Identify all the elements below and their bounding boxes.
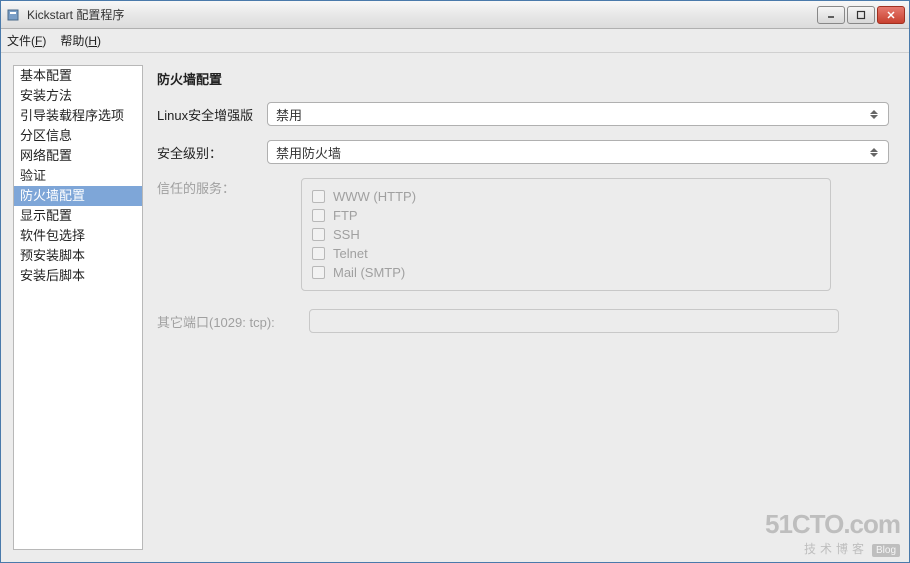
- sidebar-item-prescript[interactable]: 预安装脚本: [14, 246, 142, 266]
- sidebar-item-firewall[interactable]: 防火墙配置: [14, 186, 142, 206]
- close-button[interactable]: [877, 6, 905, 24]
- checkbox-telnet: [312, 247, 325, 260]
- sidebar-item-network[interactable]: 网络配置: [14, 146, 142, 166]
- other-ports-label: 其它端口(1029: tcp):: [157, 312, 275, 331]
- app-window: Kickstart 配置程序 文件(F) 帮助(H) 基本配置 安装方法 引导装…: [0, 0, 910, 563]
- sidebar-item-install-method[interactable]: 安装方法: [14, 86, 142, 106]
- selinux-dropdown[interactable]: 禁用: [267, 102, 889, 126]
- service-ftp: FTP: [312, 206, 820, 225]
- sidebar-item-auth[interactable]: 验证: [14, 166, 142, 186]
- chevron-updown-icon: [870, 145, 882, 159]
- sidebar: 基本配置 安装方法 引导装载程序选项 分区信息 网络配置 验证 防火墙配置 显示…: [13, 65, 143, 550]
- main-panel: 防火墙配置 Linux安全增强版 禁用 安全级别： 禁用防火墙: [157, 65, 897, 550]
- checkbox-www: [312, 190, 325, 203]
- chevron-updown-icon: [870, 107, 882, 121]
- service-label: SSH: [333, 227, 360, 242]
- security-level-dropdown[interactable]: 禁用防火墙: [267, 140, 889, 164]
- service-label: WWW (HTTP): [333, 189, 416, 204]
- sidebar-item-display[interactable]: 显示配置: [14, 206, 142, 226]
- section-title: 防火墙配置: [157, 69, 889, 88]
- menubar: 文件(F) 帮助(H): [1, 29, 909, 53]
- sidebar-item-postscript[interactable]: 安装后脚本: [14, 266, 142, 286]
- window-title: Kickstart 配置程序: [27, 6, 817, 23]
- sidebar-item-bootloader[interactable]: 引导装载程序选项: [14, 106, 142, 126]
- level-label: 安全级别：: [157, 143, 267, 162]
- checkbox-mail: [312, 266, 325, 279]
- sidebar-item-basic[interactable]: 基本配置: [14, 66, 142, 86]
- service-www: WWW (HTTP): [312, 187, 820, 206]
- titlebar: Kickstart 配置程序: [1, 1, 909, 29]
- minimize-button[interactable]: [817, 6, 845, 24]
- checkbox-ftp: [312, 209, 325, 222]
- service-label: FTP: [333, 208, 358, 223]
- sidebar-item-partition[interactable]: 分区信息: [14, 126, 142, 146]
- service-mail: Mail (SMTP): [312, 263, 820, 282]
- row-services: 信任的服务： WWW (HTTP) FTP SSH: [157, 178, 889, 291]
- services-label: 信任的服务：: [157, 178, 267, 197]
- menu-help[interactable]: 帮助(H): [60, 32, 101, 49]
- row-selinux: Linux安全增强版 禁用: [157, 102, 889, 126]
- row-other-ports: 其它端口(1029: tcp):: [157, 309, 889, 333]
- maximize-button[interactable]: [847, 6, 875, 24]
- menu-file[interactable]: 文件(F): [7, 32, 46, 49]
- content-area: 基本配置 安装方法 引导装载程序选项 分区信息 网络配置 验证 防火墙配置 显示…: [1, 53, 909, 562]
- level-value: 禁用防火墙: [276, 143, 341, 162]
- other-ports-input: [309, 309, 839, 333]
- window-controls: [817, 6, 905, 24]
- trusted-services-box: WWW (HTTP) FTP SSH Telnet: [301, 178, 831, 291]
- sidebar-item-packages[interactable]: 软件包选择: [14, 226, 142, 246]
- row-security-level: 安全级别： 禁用防火墙: [157, 140, 889, 164]
- selinux-label: Linux安全增强版: [157, 105, 267, 124]
- service-ssh: SSH: [312, 225, 820, 244]
- service-label: Telnet: [333, 246, 368, 261]
- checkbox-ssh: [312, 228, 325, 241]
- app-icon: [5, 7, 21, 23]
- service-label: Mail (SMTP): [333, 265, 405, 280]
- service-telnet: Telnet: [312, 244, 820, 263]
- selinux-value: 禁用: [276, 105, 302, 124]
